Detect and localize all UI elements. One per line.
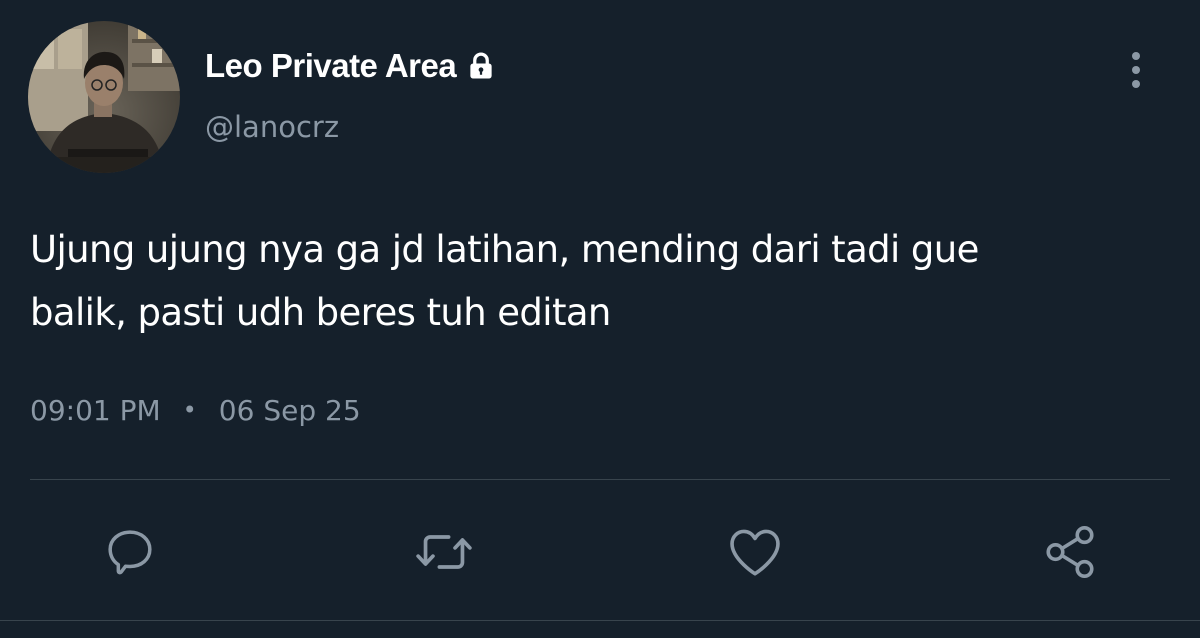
display-name-text: Leo Private Area [205, 47, 457, 84]
more-options-button[interactable] [1114, 50, 1158, 94]
share-nodes-icon [1041, 523, 1099, 581]
tweet-timestamp[interactable]: 09:01 PM • 06 Sep 25 [30, 388, 361, 432]
divider [30, 479, 1170, 480]
tweet-text: Ujung ujung nya ga jd latihan, mending d… [30, 218, 1170, 344]
profile-photo [28, 21, 180, 173]
tweet-detail: Leo Private Area @lanocrz Ujung ujung ny… [0, 0, 1200, 638]
tweet-text-line: Ujung ujung nya ga jd latihan, mending d… [30, 228, 979, 271]
reply-button[interactable] [95, 517, 165, 587]
speech-bubble-icon [102, 524, 158, 580]
like-button[interactable] [720, 517, 790, 587]
tweet-date: 06 Sep 25 [218, 393, 361, 427]
tweet-text-line: balik, pasti udh beres tuh editan [30, 291, 611, 334]
avatar[interactable] [28, 21, 180, 173]
retweet-button[interactable] [409, 517, 479, 587]
share-button[interactable] [1035, 517, 1105, 587]
user-handle[interactable]: @lanocrz [205, 110, 339, 144]
divider-bottom [0, 620, 1200, 621]
tweet-time: 09:01 PM [30, 393, 161, 427]
lock-icon [466, 51, 496, 81]
retweet-icon [414, 524, 474, 580]
separator-dot: • [182, 396, 197, 424]
heart-icon [726, 525, 784, 579]
vertical-ellipsis-icon [1129, 50, 1143, 94]
display-name[interactable]: Leo Private Area [205, 44, 496, 88]
